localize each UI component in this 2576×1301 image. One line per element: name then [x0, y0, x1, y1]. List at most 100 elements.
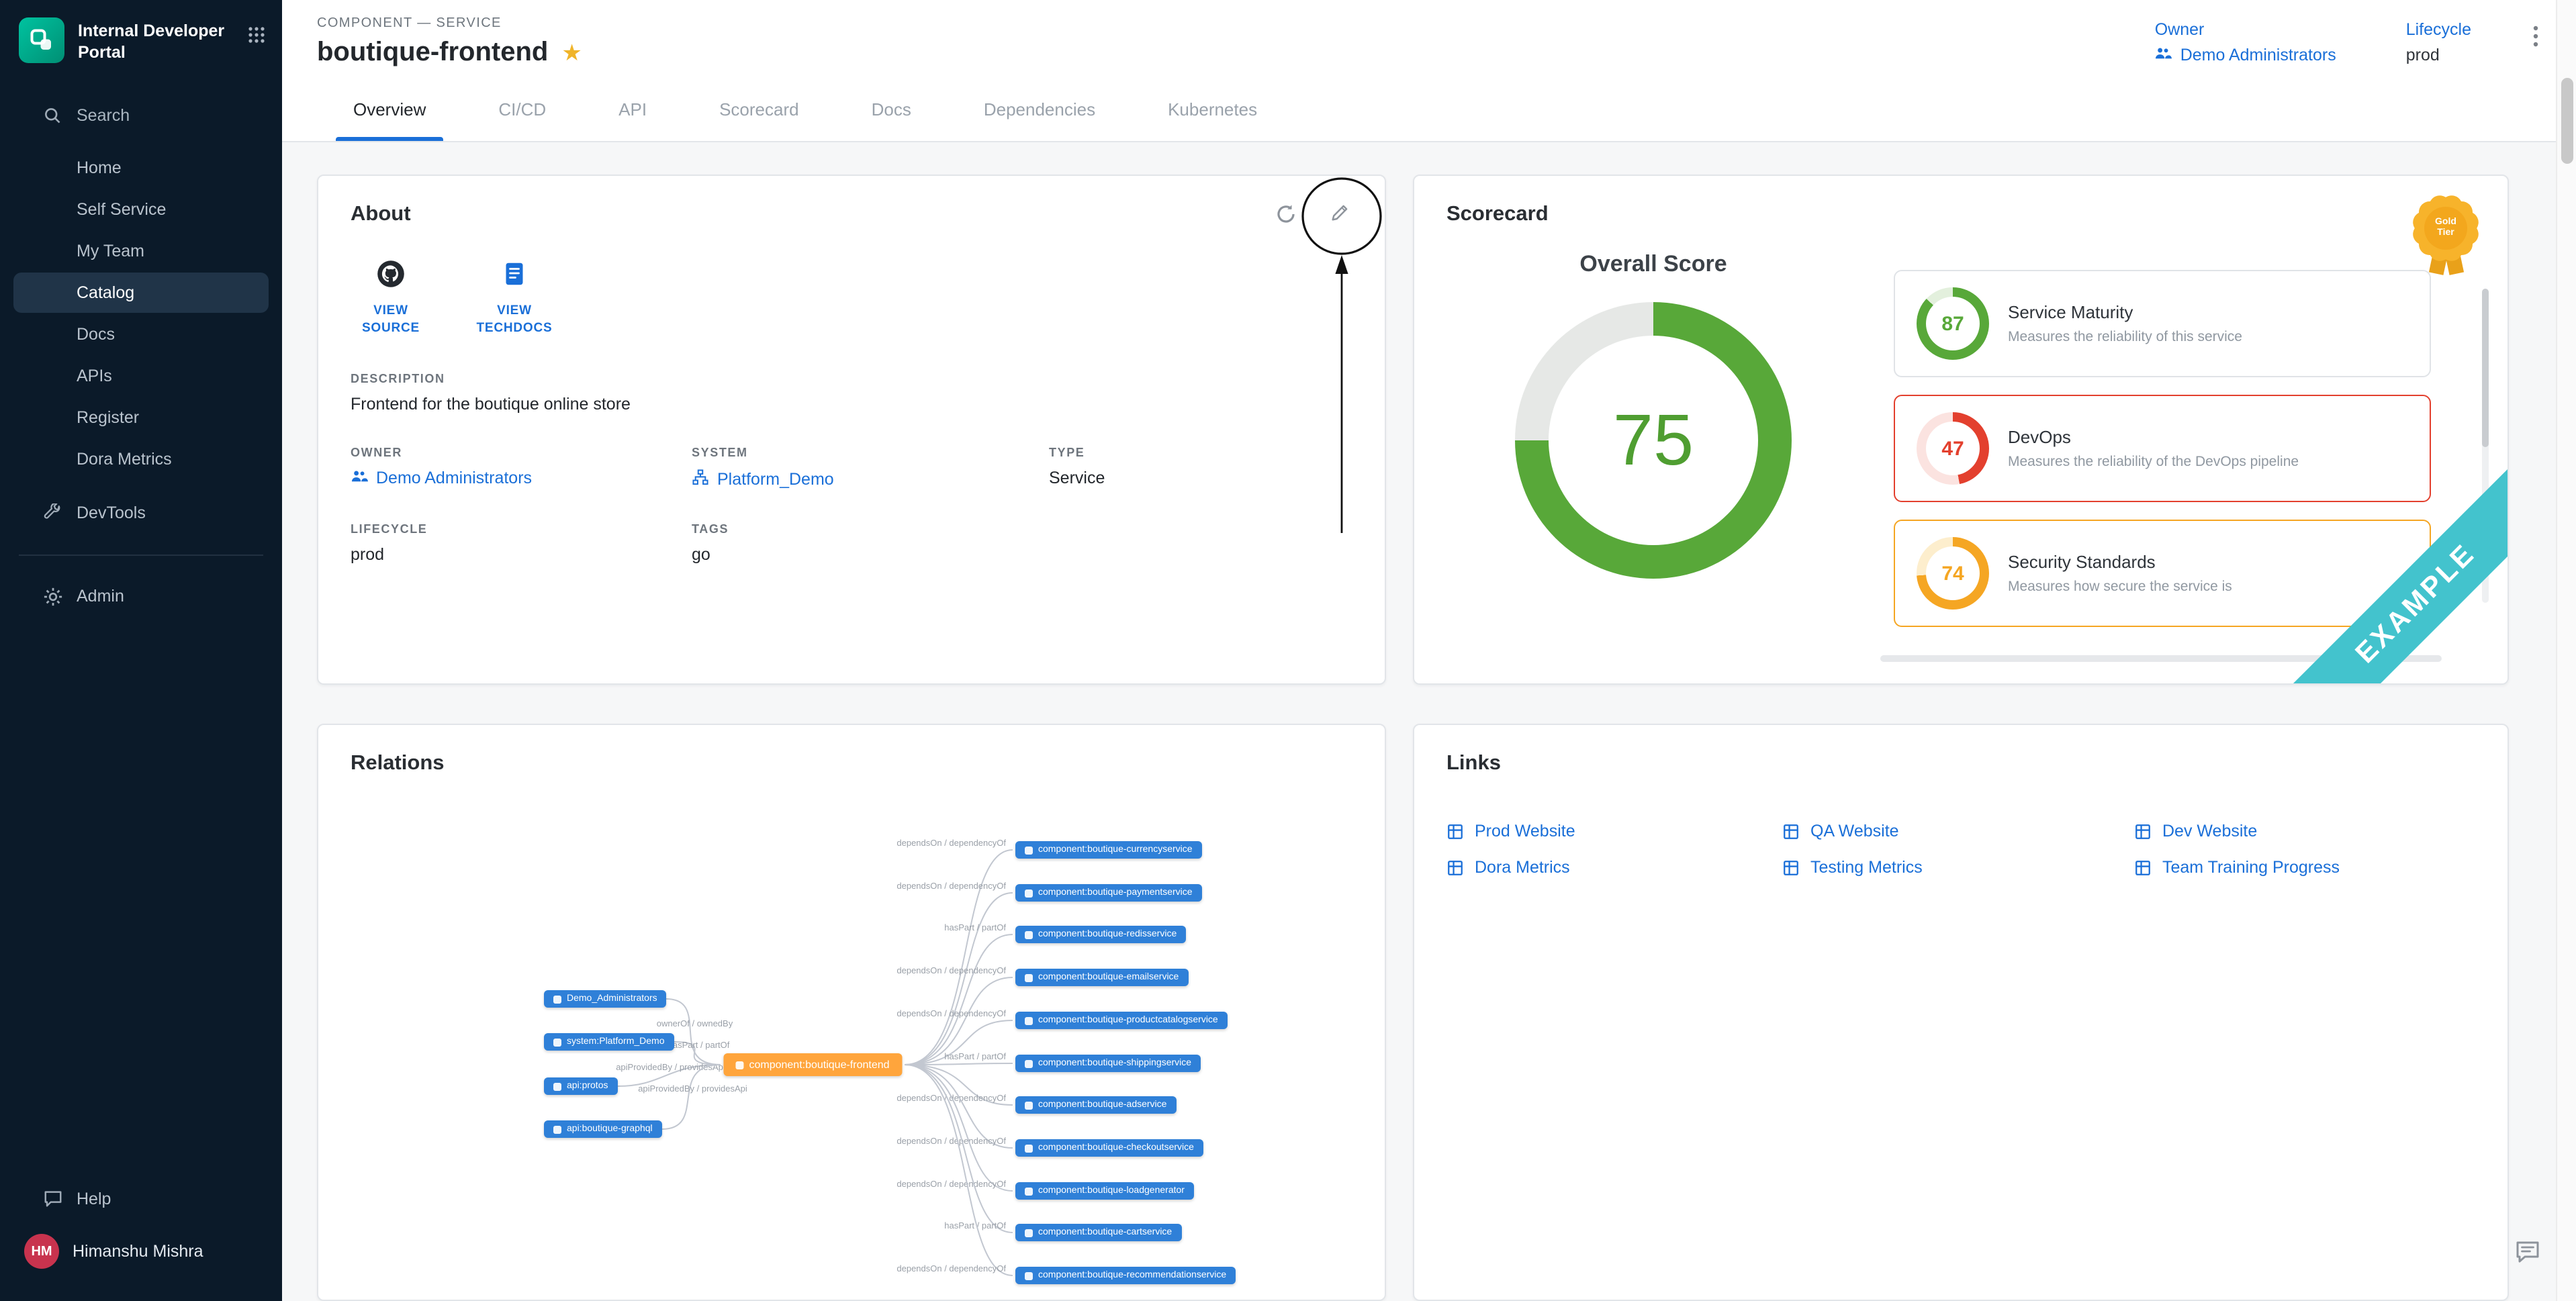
tab-ci-cd[interactable]: CI/CD	[462, 79, 582, 141]
relation-node-component-boutique-loadgenerator[interactable]: component:boutique-loadgenerator	[1015, 1182, 1194, 1200]
scorecard-list: 87 Service Maturity Measures the reliabi…	[1894, 270, 2431, 627]
admin-label: Admin	[77, 587, 124, 606]
description-label: DESCRIPTION	[351, 373, 1352, 386]
relation-node-component-boutique-redisservice[interactable]: component:boutique-redisservice	[1015, 926, 1186, 943]
link-grid-icon	[2134, 859, 2152, 876]
owner-link[interactable]: Demo Administrators	[2155, 46, 2336, 64]
tab-dependencies[interactable]: Dependencies	[948, 79, 1132, 141]
link-testing-metrics[interactable]: Testing Metrics	[1782, 858, 2134, 877]
github-icon	[376, 259, 406, 295]
page-scrollbar-thumb[interactable]	[2561, 78, 2573, 164]
svg-text:hasPart / partOf: hasPart / partOf	[944, 1051, 1006, 1061]
sidebar-search[interactable]: Search	[0, 93, 282, 138]
relation-node-api-protos[interactable]: api:protos	[544, 1077, 618, 1095]
tab-overview[interactable]: Overview	[317, 79, 462, 141]
tab-kubernetes[interactable]: Kubernetes	[1132, 79, 1293, 141]
svg-text:dependsOn / dependencyOf: dependsOn / dependencyOf	[896, 881, 1006, 891]
tab-scorecard[interactable]: Scorecard	[683, 79, 835, 141]
scorecard-item-devops[interactable]: 47 DevOps Measures the reliability of th…	[1894, 395, 2431, 502]
relation-node-component-boutique-emailservice[interactable]: component:boutique-emailservice	[1015, 969, 1188, 986]
link-dev-website[interactable]: Dev Website	[2134, 822, 2475, 840]
relation-node-component-boutique-frontend[interactable]: component:boutique-frontend	[723, 1053, 901, 1076]
tab-docs[interactable]: Docs	[835, 79, 948, 141]
about-system-link[interactable]: Platform_Demo	[692, 469, 1049, 491]
sidebar-item-self-service[interactable]: Self Service	[13, 189, 269, 229]
link-grid-icon	[2134, 822, 2152, 840]
sidebar-item-help[interactable]: Help	[0, 1176, 282, 1220]
sidebar-item-home[interactable]: Home	[13, 147, 269, 187]
links-title: Links	[1446, 752, 2475, 776]
view-techdocs-button[interactable]: VIEW TECHDOCS	[474, 259, 555, 338]
entity-icon	[1025, 1187, 1033, 1195]
feedback-chat-icon[interactable]	[2514, 1238, 2541, 1271]
help-label: Help	[77, 1189, 111, 1208]
help-chat-icon	[43, 1188, 63, 1208]
about-owner-link[interactable]: Demo Administrators	[351, 469, 692, 488]
edit-pencil-icon[interactable]	[1330, 203, 1350, 232]
entity-icon	[553, 1082, 561, 1090]
sidebar-item-register[interactable]: Register	[13, 397, 269, 437]
owner-label: Owner	[2155, 20, 2336, 39]
link-qa-website[interactable]: QA Website	[1782, 822, 2134, 840]
user-profile[interactable]: HM Himanshu Mishra	[0, 1220, 282, 1282]
score-ring: 74	[1917, 537, 1989, 610]
page-content: About VIEW SOURCE	[282, 142, 2576, 1301]
refresh-icon[interactable]	[1275, 203, 1297, 232]
apps-grid-icon[interactable]	[247, 17, 266, 51]
search-label: Search	[77, 106, 130, 125]
relation-node-component-boutique-shippingservice[interactable]: component:boutique-shippingservice	[1015, 1055, 1201, 1072]
sidebar-item-devtools[interactable]: DevTools	[0, 491, 282, 535]
link-prod-website[interactable]: Prod Website	[1446, 822, 1782, 840]
link-team-training-progress[interactable]: Team Training Progress	[2134, 858, 2475, 877]
link-grid-icon	[1782, 859, 1800, 876]
svg-text:dependsOn / dependencyOf: dependsOn / dependencyOf	[896, 965, 1006, 975]
relation-node-component-boutique-productcatalogservice[interactable]: component:boutique-productcatalogservice	[1015, 1012, 1228, 1029]
page-scrollbar[interactable]	[2556, 0, 2576, 1301]
entity-icon	[1025, 1016, 1033, 1024]
relation-node-component-boutique-cartservice[interactable]: component:boutique-cartservice	[1015, 1224, 1181, 1241]
about-card: About VIEW SOURCE	[317, 175, 1386, 685]
scorecard-item-service-maturity[interactable]: 87 Service Maturity Measures the reliabi…	[1894, 270, 2431, 377]
entity-icon	[1025, 930, 1033, 938]
relation-node-demo-administrators[interactable]: Demo_Administrators	[544, 990, 667, 1008]
app-logo	[19, 17, 64, 63]
svg-text:hasPart / partOf: hasPart / partOf	[668, 1040, 730, 1050]
group-icon	[2155, 46, 2172, 64]
entity-icon	[1025, 973, 1033, 981]
sidebar-item-catalog[interactable]: Catalog	[13, 272, 269, 312]
relation-node-component-boutique-recommendationservice[interactable]: component:boutique-recommendationservice	[1015, 1267, 1236, 1284]
sidebar-divider	[19, 554, 263, 555]
relation-node-component-boutique-checkoutservice[interactable]: component:boutique-checkoutservice	[1015, 1139, 1203, 1157]
relation-node-system-platform-demo[interactable]: system:Platform_Demo	[544, 1033, 674, 1051]
link-dora-metrics[interactable]: Dora Metrics	[1446, 858, 1782, 877]
sidebar-item-apis[interactable]: APIs	[13, 355, 269, 395]
favorite-star-icon[interactable]: ★	[561, 42, 582, 64]
score-ring: 47	[1917, 412, 1989, 485]
group-icon	[351, 469, 368, 488]
relation-node-component-boutique-adservice[interactable]: component:boutique-adservice	[1015, 1096, 1176, 1114]
kebab-menu-icon[interactable]	[2533, 20, 2538, 54]
user-avatar: HM	[24, 1234, 59, 1269]
main-area: COMPONENT — SERVICE boutique-frontend ★ …	[282, 0, 2576, 1301]
sidebar-item-my-team[interactable]: My Team	[13, 230, 269, 271]
gear-icon	[43, 586, 63, 606]
relations-title: Relations	[351, 752, 1352, 776]
sidebar-item-dora-metrics[interactable]: Dora Metrics	[13, 438, 269, 479]
search-icon	[43, 105, 63, 126]
tab-api[interactable]: API	[582, 79, 683, 141]
relation-node-component-boutique-paymentservice[interactable]: component:boutique-paymentservice	[1015, 884, 1202, 902]
relations-graph: dependsOn / dependencyOf dependsOn / depe…	[318, 725, 1385, 1300]
relation-node-api-boutique-graphql[interactable]: api:boutique-graphql	[544, 1120, 662, 1138]
sidebar: Internal Developer Portal Search H	[0, 0, 282, 1301]
sidebar-item-docs[interactable]: Docs	[13, 314, 269, 354]
about-system: SYSTEM Platform_Demo	[692, 446, 1049, 491]
scorecard-item-security-standards[interactable]: 74 Security Standards Measures how secur…	[1894, 520, 2431, 627]
sidebar-item-admin[interactable]: Admin	[0, 574, 282, 618]
relation-node-component-boutique-currencyservice[interactable]: component:boutique-currencyservice	[1015, 841, 1202, 859]
tag-chip[interactable]: go	[692, 546, 1049, 565]
view-source-button[interactable]: VIEW SOURCE	[351, 259, 431, 338]
overall-score-value: 75	[1613, 399, 1694, 482]
description-value: Frontend for the boutique online store	[351, 395, 1352, 414]
svg-text:apiProvidedBy / providesApi: apiProvidedBy / providesApi	[638, 1083, 747, 1094]
svg-text:dependsOn / dependencyOf: dependsOn / dependencyOf	[896, 1136, 1006, 1146]
